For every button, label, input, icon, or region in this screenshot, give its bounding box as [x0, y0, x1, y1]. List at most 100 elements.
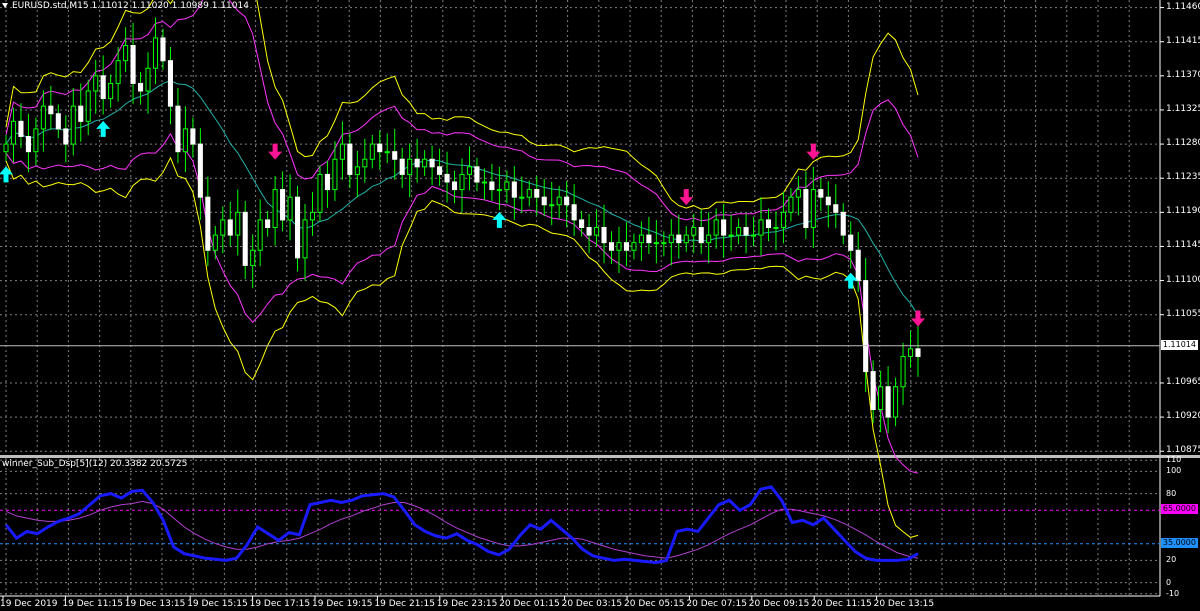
candle-body — [474, 166, 480, 183]
candle-body — [549, 204, 555, 207]
candle-body — [519, 196, 525, 199]
candle-body — [55, 113, 61, 130]
candle-body — [280, 189, 286, 221]
candle-body — [564, 196, 570, 206]
candle-body — [489, 181, 495, 191]
time-tick-label: 20 Dec 11:15 — [811, 599, 872, 609]
candle-body — [556, 196, 562, 206]
candle-body — [444, 173, 450, 183]
price-tick-label: 1.11280 — [1166, 138, 1200, 149]
chart-title: EURUSD.std,M15 1.11012 1.11020 1.10989 1… — [12, 1, 249, 11]
candle-body — [608, 242, 615, 251]
time-tick-label: 19 Dec 23:15 — [436, 599, 498, 609]
candle-body — [878, 386, 884, 410]
candle-body — [676, 234, 682, 244]
current-price-label: 1.11014 — [1160, 340, 1198, 350]
candle-body — [392, 151, 398, 160]
candle-body — [384, 151, 390, 154]
candle-body — [863, 280, 869, 373]
price-tick-label: 1.11145 — [1166, 240, 1200, 251]
candle-body — [534, 189, 540, 198]
candle-body — [855, 249, 861, 282]
candle-body — [459, 173, 465, 191]
candle-body — [803, 189, 809, 228]
price-tick-label: 1.11055 — [1166, 308, 1200, 319]
time-tick-label: 20 Dec 13:15 — [873, 599, 935, 609]
time-tick-label: 19 Dec 2019 — [0, 599, 58, 609]
candle-body — [885, 386, 891, 418]
level-low-label: 35.0000 — [1160, 538, 1198, 548]
candle-body — [212, 234, 218, 251]
indicator-tick-label: 80 — [1166, 488, 1177, 498]
candle-body — [347, 143, 353, 175]
candle-body — [25, 136, 31, 153]
candle-body — [541, 196, 547, 206]
candle-body — [78, 105, 84, 122]
candle-body — [93, 75, 99, 92]
candle-body — [743, 227, 749, 236]
candle-body — [317, 173, 323, 213]
candle-body — [354, 166, 360, 175]
indicator-tick-label: 100 — [1166, 466, 1182, 476]
candle-body — [765, 219, 772, 229]
price-tick-label: 1.11100 — [1166, 274, 1200, 285]
collapse-icon[interactable] — [2, 3, 8, 8]
candle-body — [848, 234, 854, 251]
candle-body — [833, 204, 839, 213]
price-tick-label: 1.11370 — [1166, 69, 1200, 80]
candle-body — [123, 45, 129, 62]
candle-body — [250, 249, 256, 266]
chart-canvas[interactable] — [0, 0, 1200, 611]
price-tick-label: 1.10965 — [1166, 376, 1200, 387]
time-tick-label: 20 Dec 07:15 — [686, 599, 747, 609]
candle-body — [713, 219, 719, 236]
candle-body — [870, 371, 876, 411]
candle-body — [758, 219, 764, 236]
candle-body — [115, 60, 121, 84]
indicator-tick-label: 110 — [1166, 455, 1182, 465]
candle-body — [751, 234, 757, 237]
candle-body — [736, 227, 742, 236]
candle-body — [175, 105, 181, 153]
candle-body — [100, 75, 106, 100]
candle-body — [526, 189, 532, 198]
time-tick-label: 19 Dec 15:15 — [187, 599, 248, 609]
candle-body — [422, 158, 428, 168]
candle-body — [721, 219, 727, 236]
candle-body — [661, 242, 667, 245]
candle-body — [698, 227, 704, 244]
candle-body — [601, 227, 607, 244]
candle-body — [511, 181, 517, 198]
candle-body — [70, 105, 76, 145]
indicator-tick-label: -10 — [1166, 588, 1180, 598]
candle-body — [728, 234, 734, 237]
candle-body — [586, 227, 592, 236]
candle-body — [496, 189, 502, 192]
candle-body — [235, 211, 241, 236]
candle-body — [167, 60, 173, 107]
candle-body — [623, 242, 629, 251]
time-tick-label: 19 Dec 11:15 — [62, 599, 123, 609]
candle-body — [10, 120, 17, 145]
candle-body — [302, 219, 308, 259]
candle-body — [197, 143, 203, 198]
candle-body — [339, 143, 345, 160]
candle-body — [18, 120, 24, 138]
pane-separator — [0, 455, 1200, 458]
candle-body — [825, 196, 831, 206]
candle-body — [369, 143, 375, 160]
candle-body — [683, 234, 689, 244]
candle-body — [3, 143, 9, 153]
candle-body — [362, 158, 368, 168]
candle-body — [907, 348, 914, 357]
candle-body — [33, 128, 39, 153]
candle-body — [138, 82, 144, 92]
candle-body — [182, 128, 188, 153]
candle-body — [915, 348, 921, 357]
candle-body — [40, 105, 46, 130]
price-tick-label: 1.11415 — [1166, 35, 1200, 46]
price-tick-label: 1.11235 — [1166, 172, 1200, 183]
price-tick-label: 1.11325 — [1166, 103, 1200, 114]
candle-body — [309, 211, 316, 221]
candle-body — [160, 37, 166, 62]
